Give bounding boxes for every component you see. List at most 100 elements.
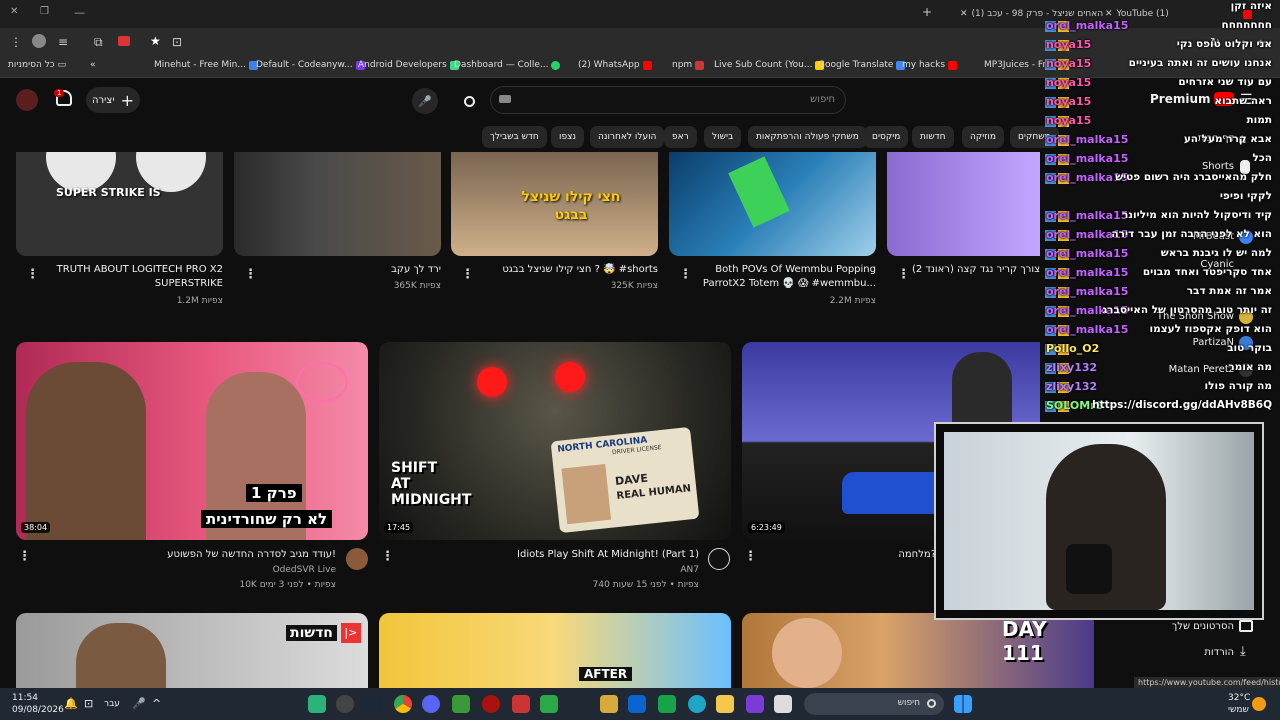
chat-message: orel_malka15 חלק מהאייסברג היה רשום פטיש: [1040, 171, 1280, 190]
sidebar-item-downloads[interactable]: הורדות ⤓: [1100, 644, 1280, 664]
restore-button[interactable]: ❐: [40, 6, 49, 17]
more-actions-icon[interactable]: ⋮: [679, 267, 692, 282]
clock-date[interactable]: 09/08/2026: [12, 705, 64, 715]
bookmark-minehut[interactable]: Minehut - Free Min...: [154, 60, 258, 70]
avatar[interactable]: [16, 89, 38, 111]
app-icon[interactable]: [658, 695, 676, 713]
bookmark-all[interactable]: כל הסימניות ▭: [8, 60, 66, 70]
minimize-button[interactable]: —: [74, 6, 85, 19]
video-thumbnail[interactable]: חצי קילו שניצל בבגט: [451, 152, 658, 256]
install-icon[interactable]: ⊡: [172, 34, 182, 50]
search-input[interactable]: חיפוש: [490, 86, 846, 114]
bookmark-android[interactable]: Android Developers: [358, 60, 459, 70]
tray-icon[interactable]: ⊡: [84, 697, 93, 710]
chip-watched[interactable]: נצפו: [551, 126, 585, 148]
video-thumbnail[interactable]: [234, 152, 441, 256]
video-title[interactable]: Both POVs Of Wemmbu Popping ParrotX2 Tot…: [693, 263, 876, 291]
chat-text: הוא דופק אקספוז לעצמו: [1149, 323, 1272, 335]
discord-icon[interactable]: [422, 695, 440, 713]
sidebar-item-your-videos[interactable]: הסרטונים שלך: [1100, 618, 1280, 638]
folder-icon: ▭: [57, 60, 67, 70]
video-thumbnail[interactable]: [669, 152, 876, 256]
app-icon[interactable]: [308, 695, 326, 713]
video-title[interactable]: חצי קילו שניצל בבגט ? 🤯 #shorts: [475, 263, 658, 277]
app-icon[interactable]: [336, 695, 354, 713]
app-icon[interactable]: [774, 695, 792, 713]
video-title[interactable]: TRUTH ABOUT LOGITECH PRO X2 SUPERSTRIKE: [40, 263, 223, 291]
video-thumbnail[interactable]: AFTER: [379, 613, 731, 688]
language-indicator[interactable]: עבר: [104, 699, 120, 709]
more-actions-icon[interactable]: ⋮: [744, 549, 757, 564]
app-icon[interactable]: [600, 695, 618, 713]
video-title[interactable]: עודד מגיב לסדרה החדשה של הפשוטע!: [40, 548, 336, 562]
app-icon[interactable]: [512, 695, 530, 713]
search-button[interactable]: [452, 88, 486, 114]
video-thumbnail[interactable]: חדשות |>: [16, 613, 368, 688]
create-label: יצירה: [92, 94, 115, 106]
video-title[interactable]: מלחמה?: [766, 548, 936, 562]
chip-action-adventure[interactable]: משחקי פעולה והרפתקאות: [748, 126, 867, 148]
mic-tray-icon[interactable]: 🎤: [132, 697, 146, 710]
channel-avatar[interactable]: [708, 548, 730, 570]
video-title[interactable]: ירד לך עקב: [258, 263, 441, 277]
menu-dots-icon[interactable]: ⋮: [10, 34, 22, 50]
file-explorer-icon[interactable]: [716, 695, 734, 713]
outlook-icon[interactable]: [628, 695, 646, 713]
more-actions-icon[interactable]: ⋮: [244, 267, 257, 282]
playlist-icon[interactable]: ≡: [58, 34, 68, 50]
channel-name[interactable]: AN7: [680, 565, 699, 575]
channel-avatar[interactable]: [346, 548, 368, 570]
tab-close-icon[interactable]: ✕: [960, 9, 968, 19]
weather-temp[interactable]: 32°C: [1228, 693, 1250, 703]
more-actions-icon[interactable]: ⋮: [26, 267, 39, 282]
edge-icon[interactable]: [688, 695, 706, 713]
steam-icon[interactable]: [364, 695, 382, 713]
create-button[interactable]: יצירה +: [86, 87, 140, 113]
chip-rap[interactable]: ראפ: [664, 126, 697, 148]
new-tab-button[interactable]: +: [922, 5, 932, 19]
windows-start-icon[interactable]: [954, 695, 972, 713]
chrome-icon[interactable]: [394, 695, 412, 713]
voice-search-button[interactable]: 🎤: [412, 88, 438, 114]
app-icon[interactable]: [482, 695, 500, 713]
more-actions-icon[interactable]: ⋮: [461, 267, 474, 282]
channel-name[interactable]: OdedSVR Live: [273, 565, 336, 575]
extensions-icon[interactable]: ⧉: [94, 34, 103, 50]
bookmark-npm[interactable]: npm: [672, 60, 705, 70]
app-icon[interactable]: [540, 695, 558, 713]
close-window-button[interactable]: ✕: [10, 6, 18, 17]
profile-icon[interactable]: [32, 34, 46, 48]
chip-news[interactable]: חדשות: [912, 126, 954, 148]
video-title[interactable]: Idiots Play Shift At Midnight! (Part 1): [403, 548, 699, 562]
more-actions-icon[interactable]: ⋮: [897, 267, 910, 282]
tray-overflow-chevron-icon[interactable]: ^: [152, 697, 161, 710]
bookmark-livesub[interactable]: Live Sub Count (You...: [714, 60, 825, 70]
more-actions-icon[interactable]: ⋮: [381, 549, 394, 564]
video-title[interactable]: צורך קריר נגד קצה (ראונד 2): [911, 263, 1040, 277]
bookmark-whatsapp[interactable]: (2) WhatsApp: [578, 60, 652, 70]
bookmark-dashboard[interactable]: Dashboard — Colle...: [454, 60, 561, 70]
app-icon[interactable]: [452, 695, 470, 713]
notification-center-icon[interactable]: 🔔: [64, 697, 78, 710]
chip-recently-uploaded[interactable]: הועלו לאחרונה: [590, 126, 665, 148]
bookmark-star-icon[interactable]: ★: [150, 33, 161, 49]
video-thumbnail[interactable]: [887, 152, 1040, 256]
bookmark-codeanywhere[interactable]: Default - Codeanyw...: [256, 60, 365, 70]
bookmarks-overflow-chevron-icon[interactable]: «: [90, 60, 96, 70]
video-thumbnail[interactable]: DAY 111: [742, 613, 1094, 688]
app-icon[interactable]: [746, 695, 764, 713]
extension-badge-icon[interactable]: [118, 36, 130, 46]
chip-mixes[interactable]: מיקסים: [864, 126, 909, 148]
taskbar-search[interactable]: חיפוש: [804, 693, 944, 715]
chip-cooking[interactable]: בישול: [704, 126, 742, 148]
bookmark-translate[interactable]: Google Translate: [818, 60, 906, 70]
clock-time[interactable]: 11:54: [12, 693, 38, 703]
chip-new-for-you[interactable]: חדש בשבילך: [482, 126, 547, 148]
video-thumbnail[interactable]: SHIFT AT MIDNIGHT NORTH CAROLINA DRIVER …: [379, 342, 731, 540]
chip-music[interactable]: מוזיקה: [962, 126, 1004, 148]
chat-username: orel_malka15: [1046, 133, 1129, 146]
video-thumbnail[interactable]: פרק 1 לא רק שחורדינית: [16, 342, 368, 540]
bookmark-myhacks[interactable]: my hacks: [902, 60, 958, 70]
video-thumbnail[interactable]: SUPER STRIKE IS: [16, 152, 223, 256]
more-actions-icon[interactable]: ⋮: [18, 549, 31, 564]
